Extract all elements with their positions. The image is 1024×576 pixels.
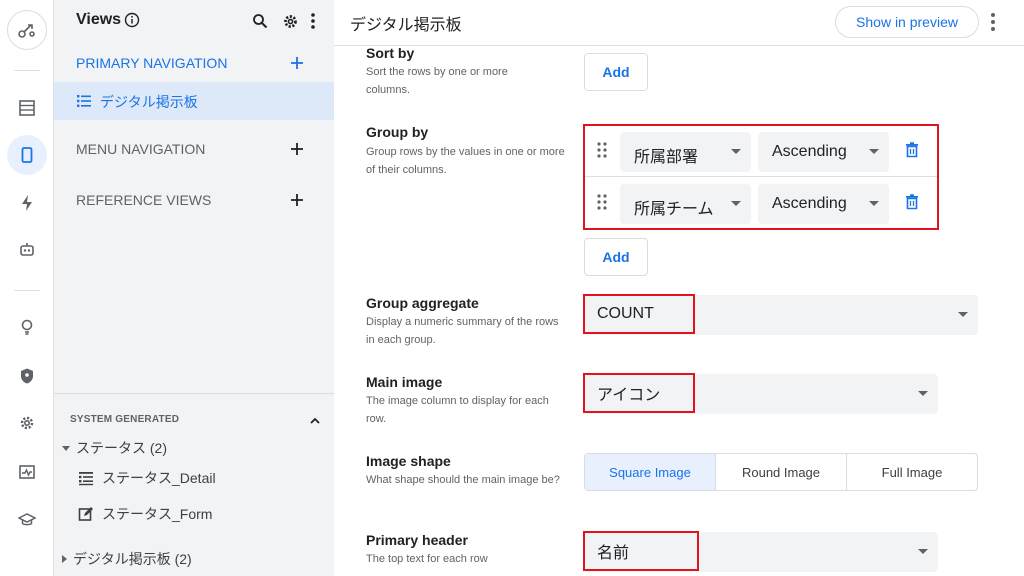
group-add-button[interactable]: Add [584, 238, 648, 276]
primary-navigation-label: PRIMARY NAVIGATION [76, 55, 228, 71]
dropdown-arrow-icon [731, 149, 741, 154]
group-by-row: 所属部署 Ascending [585, 126, 937, 177]
select-value: Ascending [772, 143, 847, 160]
dropdown-arrow-icon [869, 149, 879, 154]
select-value: Ascending [772, 195, 847, 212]
app-icon[interactable] [7, 135, 47, 175]
info-icon[interactable] [124, 12, 140, 28]
drag-handle-icon[interactable] [597, 142, 607, 158]
primary-header-title: Primary header [366, 532, 468, 548]
group-by-title: Group by [366, 124, 429, 140]
dropdown-arrow-icon [918, 391, 928, 396]
detail-view-icon [78, 470, 94, 486]
image-shape-description: What shape should the main image be? [366, 474, 560, 486]
monitor-icon[interactable] [7, 452, 47, 492]
dropdown-arrow-icon [869, 201, 879, 206]
menu-navigation-section[interactable]: MENU NAVIGATION [54, 131, 334, 167]
group-by-row: 所属チーム Ascending [585, 178, 937, 229]
dropdown-arrow-icon [731, 201, 741, 206]
reference-views-label: REFERENCE VIEWS [76, 192, 212, 208]
list-icon [77, 94, 91, 108]
delete-icon[interactable] [905, 194, 919, 210]
system-generated-label: SYSTEM GENERATED [70, 414, 180, 425]
sidebar-title: Views [76, 11, 122, 28]
sidebar-header: Views [54, 0, 334, 44]
security-icon[interactable] [7, 356, 47, 396]
group-column-select[interactable]: 所属部署 [620, 132, 751, 172]
primary-header-description: The top text for each row [366, 553, 488, 565]
sort-by-title: Sort by [366, 45, 415, 61]
rail-divider [14, 70, 40, 71]
tree-item-label: ステータス_Form [102, 506, 213, 522]
group-by-list: 所属部署 Ascending 所属チーム Ascending [583, 124, 939, 230]
logo-icon[interactable] [7, 10, 47, 50]
delete-icon[interactable] [905, 142, 919, 158]
main-image-value: アイコン [583, 373, 695, 413]
search-icon[interactable] [251, 12, 269, 30]
group-aggregate-title: Group aggregate [366, 295, 479, 311]
group-aggregate-value: COUNT [583, 294, 695, 334]
group-by-description: Group rows by the values in one or more … [366, 146, 565, 176]
form-edit-icon [78, 506, 94, 522]
rail-divider [14, 290, 40, 291]
idea-icon[interactable] [7, 307, 47, 347]
settings-icon[interactable] [7, 403, 47, 443]
group-order-select[interactable]: Ascending [758, 132, 889, 172]
full-image-option[interactable]: Full Image [846, 454, 977, 490]
bot-icon[interactable] [7, 230, 47, 270]
tree-group-status[interactable]: ステータス (2) [62, 437, 167, 459]
show-in-preview-button[interactable]: Show in preview [835, 6, 979, 38]
more-vert-icon[interactable] [304, 12, 322, 30]
primary-navigation-section[interactable]: PRIMARY NAVIGATION [54, 45, 334, 81]
tree-item-status-form[interactable]: ステータス_Form [78, 503, 212, 525]
menu-navigation-label: MENU NAVIGATION [76, 141, 206, 157]
select-value: 所属チーム [634, 201, 714, 218]
primary-header-value: 名前 [583, 531, 699, 571]
add-menu-view-icon[interactable] [290, 142, 304, 156]
main-image-title: Main image [366, 374, 443, 390]
tree-group-label: デジタル掲示板 (2) [73, 551, 192, 567]
chevron-up-icon[interactable] [309, 414, 321, 426]
image-shape-title: Image shape [366, 453, 451, 469]
main-image-description: The image column to display for each row… [366, 395, 549, 425]
select-value: 所属部署 [634, 149, 699, 166]
tree-item-label: ステータス_Detail [102, 470, 216, 486]
data-icon[interactable] [7, 88, 47, 128]
group-column-select[interactable]: 所属チーム [620, 184, 751, 224]
view-settings-panel: デジタル掲示板 Show in preview Sort by Sort the… [334, 0, 1024, 576]
dropdown-arrow-icon [918, 549, 928, 554]
views-sidebar: Views PRIMARY NAVIGATION デジタル掲示板 MENU NA… [54, 0, 334, 576]
reference-views-section[interactable]: REFERENCE VIEWS [54, 182, 334, 218]
add-reference-view-icon[interactable] [290, 193, 304, 207]
sidebar-item-digital-board[interactable]: デジタル掲示板 [54, 82, 334, 120]
learn-icon[interactable] [7, 500, 47, 540]
caret-right-icon [62, 555, 67, 563]
add-primary-view-icon[interactable] [290, 56, 304, 70]
image-shape-toggle: Square Image Round Image Full Image [584, 453, 978, 491]
main-header: デジタル掲示板 Show in preview [334, 0, 1024, 46]
round-image-option[interactable]: Round Image [715, 454, 846, 490]
square-image-option[interactable]: Square Image [585, 454, 715, 490]
tree-group-label: ステータス (2) [76, 440, 167, 456]
gear-icon[interactable] [281, 12, 299, 30]
tree-group-digital-board[interactable]: デジタル掲示板 (2) [62, 548, 192, 570]
group-aggregate-description: Display a numeric summary of the rows in… [366, 316, 559, 346]
page-title: デジタル掲示板 [350, 17, 462, 34]
more-vert-icon[interactable] [990, 12, 1000, 32]
group-order-select[interactable]: Ascending [758, 184, 889, 224]
left-rail [0, 0, 54, 576]
caret-down-icon [62, 445, 70, 451]
drag-handle-icon[interactable] [597, 194, 607, 210]
sort-add-button[interactable]: Add [584, 53, 648, 91]
app-editor: Views PRIMARY NAVIGATION デジタル掲示板 MENU NA… [0, 0, 1024, 576]
automation-icon[interactable] [7, 183, 47, 223]
sidebar-item-label: デジタル掲示板 [100, 94, 198, 110]
sidebar-divider [54, 393, 334, 394]
sort-by-description: Sort the rows by one or more columns. [366, 66, 508, 96]
dropdown-arrow-icon [958, 312, 968, 317]
tree-item-status-detail[interactable]: ステータス_Detail [78, 467, 216, 489]
